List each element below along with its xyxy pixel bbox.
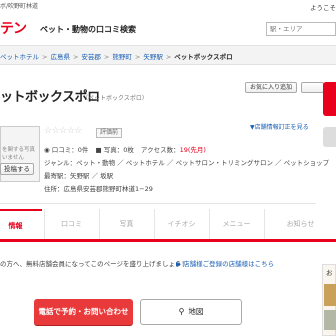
shop-stats-row: ◉ 口コミ：0件 ■ 写真：0枚 アクセス数：19(先月) xyxy=(44,144,206,154)
print-button[interactable] xyxy=(301,82,324,93)
map-button-label: 地図 xyxy=(188,307,204,316)
breadcrumb-separator: > xyxy=(134,53,141,61)
shop-station: 最寄駅：矢野駅 ／ 坂駅 xyxy=(44,172,114,180)
side-secondary-button[interactable] xyxy=(323,127,336,147)
breadcrumb-separator: > xyxy=(72,53,79,61)
tab-reviews[interactable]: 口コミ xyxy=(44,209,98,239)
side-thumbnail-image[interactable] xyxy=(324,284,336,306)
post-photo-button[interactable]: 投稿する xyxy=(0,163,34,175)
review-status-badge: 評価前 xyxy=(96,128,123,138)
breadcrumb-item-kumano[interactable]: 熊野町 xyxy=(112,53,132,61)
tab-photos[interactable]: 写真 xyxy=(99,209,153,239)
call-reserve-button[interactable]: 電話で予約・お問い合わせ xyxy=(34,299,133,325)
shop-address: 住所：広島県安芸郡熊野町林道1−29 xyxy=(44,185,153,193)
report-correction-link[interactable]: ▼店舗情報訂正を見る xyxy=(250,122,309,131)
side-thumbnail-image[interactable] xyxy=(324,310,336,330)
side-panel-label: お xyxy=(326,269,333,277)
photo-count[interactable]: 写真：0枚 xyxy=(104,146,134,154)
access-count: 19(先月) xyxy=(179,146,206,154)
site-tagline: ペット・動物の口コミ検索 xyxy=(40,25,136,34)
breadcrumb-item-hiroshima[interactable]: 広島県 xyxy=(50,53,70,61)
access-label: アクセス数： xyxy=(140,146,180,154)
photo-placeholder-text: を関する写真 いません xyxy=(2,147,36,161)
owner-registration-link[interactable]: ▶ 店舗様ご登録の店舗様はこちら xyxy=(176,258,274,268)
search-field[interactable] xyxy=(266,22,336,36)
tab-menu[interactable]: メニュー xyxy=(209,209,263,239)
side-action-button[interactable] xyxy=(323,82,336,116)
breadcrumb-item-aki[interactable]: 安芸郡 xyxy=(81,53,101,61)
add-favorite-button[interactable]: お気に入り追加 xyxy=(245,82,297,93)
breadcrumb-separator: > xyxy=(165,53,172,61)
map-button[interactable]: ⚲ 地図 xyxy=(140,299,242,325)
camera-icon: ■ xyxy=(95,146,102,154)
breadcrumb-current: ペットボックスポロ xyxy=(174,53,233,61)
welcome-text: ようこそ xyxy=(310,4,336,12)
tab-info[interactable]: 情報 xyxy=(0,209,42,239)
header-top-note: ボ/吹野町林道 xyxy=(0,3,39,10)
shop-name-kana: （ペットボックスポロ） xyxy=(82,95,148,102)
search-input[interactable] xyxy=(270,25,334,33)
map-pin-icon: ⚲ xyxy=(178,307,185,316)
breadcrumb-separator: > xyxy=(103,53,110,61)
breadcrumb-item-yano-station[interactable]: 矢野駅 xyxy=(143,53,163,61)
breadcrumb-item-pet-hotel[interactable]: ペットホテル xyxy=(0,53,39,61)
breadcrumb: ペットホテル > 広島県 > 安芸郡 > 熊野町 > 矢野駅 > ペットボックスポロ xyxy=(0,51,233,61)
breadcrumb-separator: > xyxy=(42,53,48,61)
shop-genre: ジャンル：ペット・動物 ／ ペットホテル ／ ペットサロン・トリミングサロン ／… xyxy=(44,159,330,167)
review-count[interactable]: ◉ 口コミ：0件 xyxy=(44,146,88,154)
tab-recommend[interactable]: イチオシ xyxy=(154,209,208,239)
owner-notice-text: の方へ、無料店舗会員になってこのページを盛り上げましょう！ xyxy=(0,260,189,268)
tab-news[interactable]: お知らせ xyxy=(264,209,336,239)
rating-stars: ☆☆☆☆☆ xyxy=(44,126,82,136)
site-logo[interactable]: テン xyxy=(0,18,27,38)
